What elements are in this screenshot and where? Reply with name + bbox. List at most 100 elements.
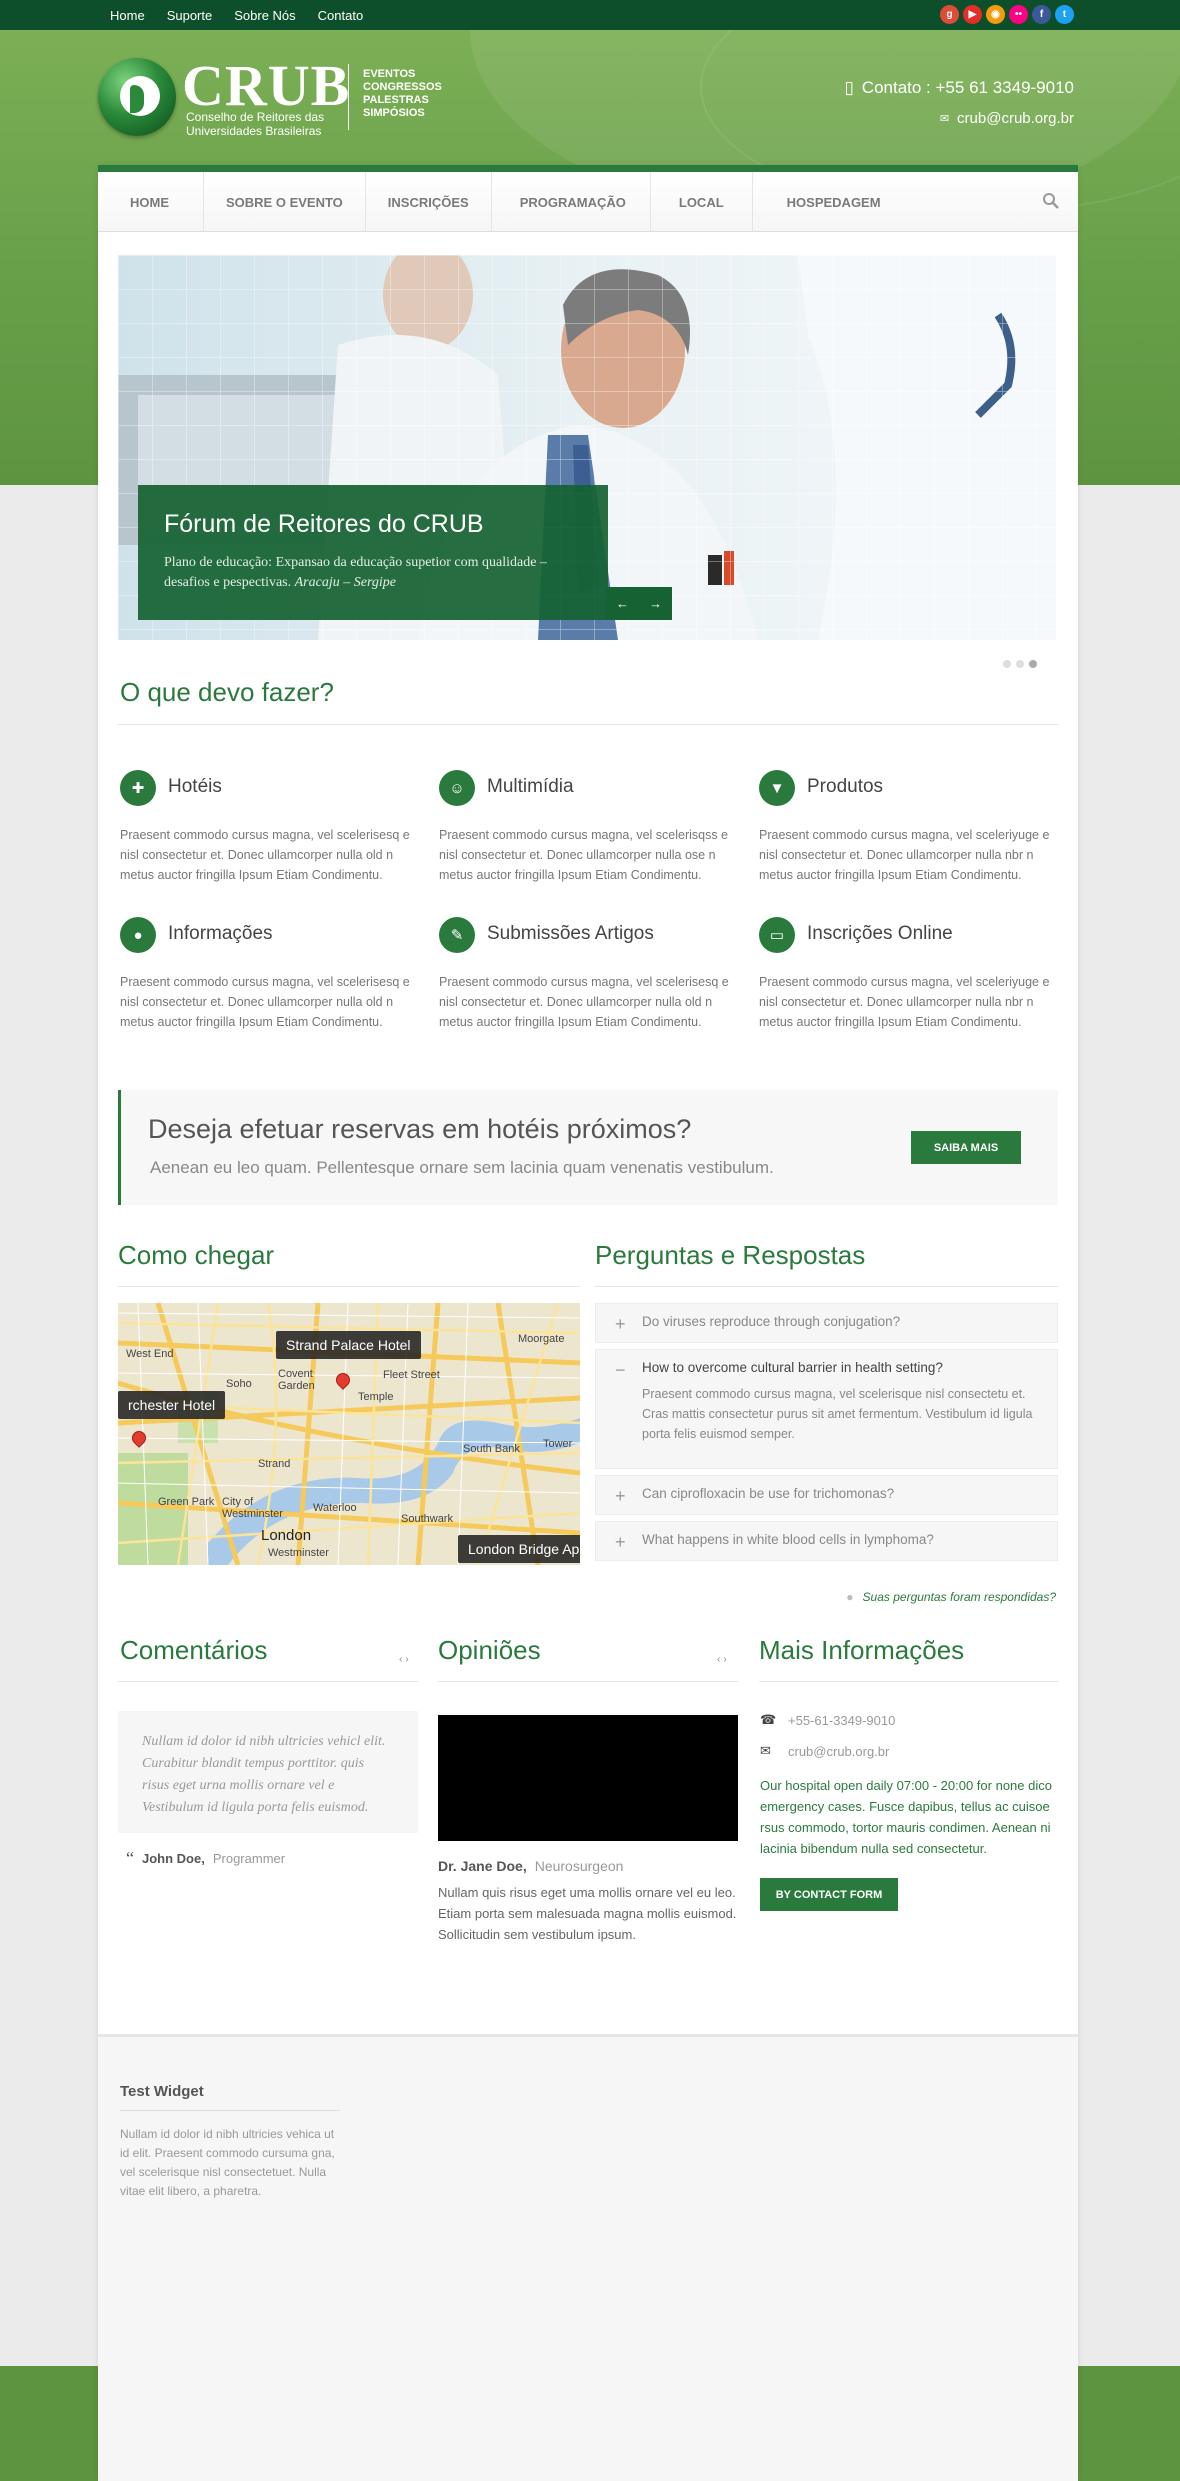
slide-prev-button[interactable]: ← (606, 587, 639, 620)
map-place: Southwark (401, 1513, 453, 1525)
flickr-icon[interactable]: •• (1009, 5, 1028, 24)
header-email-link[interactable]: crub@crub.org.br (957, 110, 1074, 127)
map-place: Temple (358, 1391, 394, 1403)
feature-text: Praesent commodo cursus magna, vel scele… (759, 828, 1050, 882)
feature-title[interactable]: Inscrições Online (807, 923, 953, 945)
more-info-title: Mais Informações (759, 1635, 965, 1665)
user-icon: ● (846, 1590, 854, 1604)
ticket-icon: ▭ (759, 917, 795, 953)
feature-text: Praesent commodo cursus magna, vel scele… (120, 975, 410, 1029)
multimedia-icon: ☺ (439, 770, 475, 806)
top-nav-sobre[interactable]: Sobre Nós (234, 8, 295, 23)
faq-item[interactable]: + Do viruses reproduce through conjugati… (595, 1303, 1058, 1343)
testimonial-role: Programmer (212, 1851, 286, 1866)
faq-answered-link[interactable]: ● Suas perguntas foram respondidas? (846, 1590, 1056, 1604)
search-icon[interactable] (1042, 192, 1060, 210)
opinion-author: Dr. Jane Doe, (438, 1858, 527, 1874)
map-place: West End (126, 1348, 174, 1360)
top-nav-home[interactable]: Home (110, 8, 145, 23)
logo-subtitle-line2: Universidades Brasileiras (186, 124, 322, 138)
logo-tag: PALESTRAS (363, 94, 429, 106)
feature-title[interactable]: Produtos (807, 776, 883, 798)
footer: Test Widget Nullam id dolor id nibh ultr… (98, 2034, 1078, 2481)
saiba-mais-button[interactable]: SAIBA MAIS (911, 1131, 1021, 1164)
logo-tag: SIMPÓSIOS (363, 107, 425, 119)
top-nav-suporte[interactable]: Suporte (167, 8, 213, 23)
testimonial-author-row: “ John Doe, Programmer (126, 1848, 285, 1869)
hotel-icon: ✚ (120, 770, 156, 806)
info-email: ✉ crub@crub.org.br (760, 1743, 889, 1759)
map-place: Fleet Street (383, 1369, 440, 1381)
plus-icon: + (615, 1532, 626, 1552)
lightbulb-icon: ● (120, 917, 156, 953)
feature-title[interactable]: Informações (168, 923, 273, 945)
map-label-london-bridge[interactable]: London Bridge Ap (458, 1535, 580, 1563)
map-label-dorchester[interactable]: rchester Hotel (118, 1391, 226, 1419)
widget-title: Test Widget (120, 2083, 204, 2100)
slide-dot[interactable] (1016, 660, 1024, 668)
hero-slider[interactable]: Fórum de Reitores do CRUB Plano de educa… (118, 255, 1056, 640)
what-to-do-title: O que devo fazer? (120, 677, 334, 707)
info-phone-text: +55-61-3349-9010 (788, 1712, 896, 1728)
section-divider (759, 1681, 1059, 1682)
main-container: HOME SOBRE O EVENTO INSCRIÇÕES PROGRAMAÇ… (98, 165, 1078, 2481)
location-map[interactable]: West End Moorgate Soho Covent Garden Fle… (118, 1303, 580, 1565)
menu-item-sobre[interactable]: SOBRE O EVENTO (204, 172, 366, 232)
testimonial-author: John Doe, (142, 1851, 205, 1866)
youtube-icon[interactable]: ▶ (963, 5, 982, 24)
faq-question: Do viruses reproduce through conjugation… (642, 1314, 901, 1329)
faq-item[interactable]: + What happens in white blood cells in l… (595, 1521, 1058, 1561)
header-phone: ▯ Contato : +55 61 3349-9010 (844, 78, 1074, 98)
menu-item-programacao[interactable]: PROGRAMAÇÃO (492, 172, 651, 232)
feature-text: Praesent commodo cursus magna, vel scele… (759, 975, 1050, 1029)
logo-subtitle-line1: Conselho de Reitores das (186, 110, 325, 124)
slide-next-button[interactable]: → (639, 587, 672, 620)
menu-item-local[interactable]: LOCAL (651, 172, 753, 232)
map-label-strand[interactable]: Strand Palace Hotel (276, 1331, 421, 1359)
header-contact: ▯ Contato : +55 61 3349-9010 ✉ crub@crub… (844, 78, 1074, 127)
video-player[interactable] (438, 1715, 738, 1841)
widget-divider (120, 2110, 340, 2111)
google-plus-icon[interactable]: g (940, 5, 959, 24)
opinion-role: Neurosurgeon (534, 1858, 624, 1874)
contact-form-button[interactable]: BY CONTACT FORM (760, 1878, 898, 1911)
feature-title[interactable]: Submissões Artigos (487, 923, 654, 945)
faq-answered-text: Suas perguntas foram respondidas? (862, 1590, 1056, 1604)
opinions-title: Opiniões (438, 1635, 541, 1665)
section-divider (118, 1681, 418, 1682)
menu-item-home[interactable]: HOME (98, 172, 204, 232)
top-bar: Home Suporte Sobre Nós Contato g ▶ ◉ •• f t (0, 0, 1180, 30)
feature-text: Praesent commodo cursus magna, vel scele… (439, 975, 729, 1029)
faq-item-open[interactable]: − How to overcome cultural barrier in he… (595, 1349, 1058, 1469)
menu-item-hospedagem[interactable]: HOSPEDAGEM (753, 172, 915, 232)
slide-caption: Fórum de Reitores do CRUB Plano de educa… (138, 485, 608, 620)
map-place: South Bank (463, 1443, 520, 1455)
top-nav-contato[interactable]: Contato (318, 8, 364, 23)
logo-subtitle: Conselho de Reitores das Universidades B… (186, 110, 346, 138)
opinions-nav-arrows[interactable]: ‹› (717, 1654, 730, 1665)
logo-tag: CONGRESSOS (363, 81, 442, 93)
opinion-text: Nullam quis risus eget uma mollis ornare… (438, 1885, 737, 1942)
plus-icon: + (615, 1486, 626, 1506)
slide-dot[interactable] (1003, 660, 1011, 668)
twitter-icon[interactable]: t (1055, 5, 1074, 24)
cta-text: Aenean eu leo quam. Pellentesque ornare … (150, 1158, 774, 1177)
opinion-author-row: Dr. Jane Doe, Neurosurgeon (438, 1858, 623, 1874)
logo-tag: EVENTOS (363, 68, 416, 80)
rss-icon[interactable]: ◉ (986, 5, 1005, 24)
menu-item-inscricoes[interactable]: INSCRIÇÕES (366, 172, 492, 232)
quote-icon: “ (126, 1848, 134, 1868)
comments-nav-arrows[interactable]: ‹› (399, 1654, 412, 1665)
info-email-link[interactable]: crub@crub.org.br (788, 1744, 889, 1759)
feature-title[interactable]: Hotéis (168, 776, 222, 798)
slide-dot-active[interactable] (1029, 660, 1037, 668)
facebook-icon[interactable]: f (1032, 5, 1051, 24)
map-place: Green Park (158, 1496, 215, 1508)
info-text: Our hospital open daily 07:00 - 20:00 fo… (760, 1778, 1052, 1856)
faq-item[interactable]: + Can ciprofloxacin be use for trichomon… (595, 1475, 1058, 1515)
faq-answer: Praesent commodo cursus magna, vel scele… (642, 1387, 1033, 1441)
logo[interactable]: CRUB Conselho de Reitores das Universida… (98, 53, 458, 148)
feature-title[interactable]: Multimídia (487, 776, 574, 798)
section-divider (118, 1286, 580, 1287)
main-menu: HOME SOBRE O EVENTO INSCRIÇÕES PROGRAMAÇ… (98, 172, 1078, 232)
